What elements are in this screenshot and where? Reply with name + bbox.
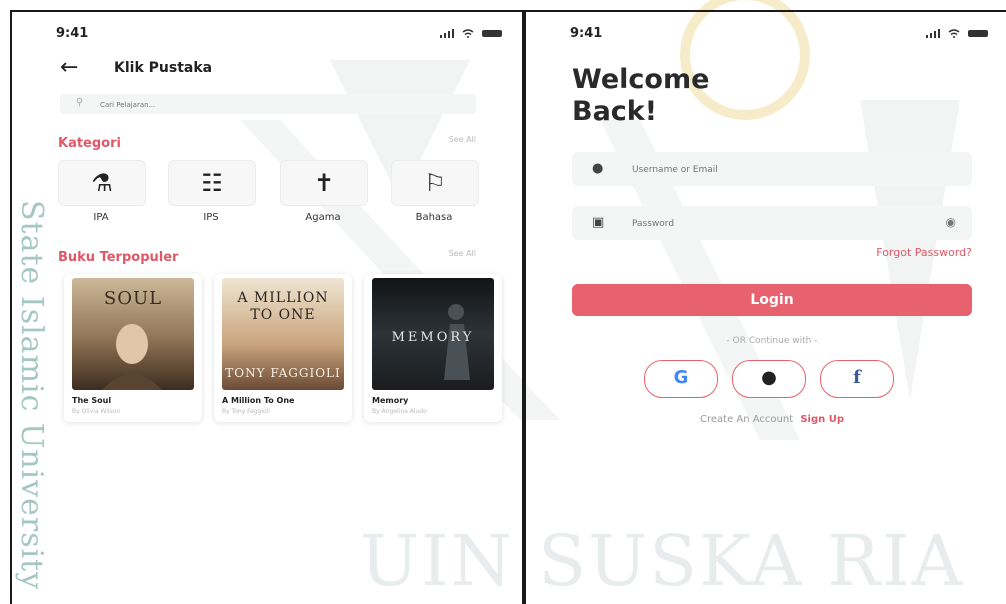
- category-label: IPS: [203, 212, 219, 223]
- religion-icon: ✝: [313, 169, 335, 197]
- book-cover: SOUL: [72, 278, 194, 390]
- category-label: IPA: [93, 212, 109, 223]
- password-input[interactable]: [630, 214, 934, 234]
- cover-title: A MILLION TO ONE: [237, 290, 329, 323]
- category-item-ipa[interactable]: ⚗ IPA: [58, 160, 146, 223]
- username-input[interactable]: [630, 160, 934, 180]
- home-screen: 9:41 ← Klik Pustaka ⚲ Kategori See All ⚗…: [10, 10, 524, 604]
- forgot-password-link[interactable]: Forgot Password?: [876, 246, 972, 259]
- cover-author: TONY FAGGIOLI: [225, 366, 341, 380]
- status-icons: [440, 28, 502, 38]
- or-continue-text: - OR Continue with -: [726, 336, 818, 346]
- signal-icon: [926, 28, 940, 38]
- status-time: 9:41: [570, 26, 603, 41]
- back-arrow-icon[interactable]: ←: [60, 57, 78, 79]
- see-all-populer-link[interactable]: See All: [449, 249, 476, 258]
- book-card-the-soul[interactable]: SOUL The Soul By Olivia Wilson: [64, 274, 202, 422]
- category-label: Agama: [305, 212, 341, 223]
- book-card-memory[interactable]: MEMORY Memory By Angelina Aludo: [364, 274, 502, 422]
- wifi-icon: [948, 28, 960, 38]
- user-icon: ●: [592, 161, 604, 176]
- battery-icon: [968, 29, 988, 37]
- login-button[interactable]: Login: [572, 284, 972, 316]
- science-flask-icon: ⚗: [91, 169, 113, 197]
- apple-icon: ●: [761, 367, 777, 388]
- facebook-icon: f: [853, 367, 861, 388]
- book-author: By Tony Faggioli: [222, 408, 271, 415]
- category-tile: ☷: [168, 160, 256, 206]
- wifi-icon: [462, 28, 474, 38]
- category-item-ips[interactable]: ☷ IPS: [168, 160, 256, 223]
- status-icons: [926, 28, 988, 38]
- see-all-kategori-link[interactable]: See All: [449, 135, 476, 144]
- search-input[interactable]: [98, 96, 462, 114]
- search-bar[interactable]: ⚲: [60, 94, 476, 114]
- category-list: ⚗ IPA ☷ IPS ✝ Agama ⚐ Bahasa: [58, 160, 479, 230]
- search-icon: ⚲: [76, 97, 84, 108]
- book-title: The Soul: [72, 396, 112, 405]
- password-field[interactable]: ▣ ◉: [572, 206, 972, 240]
- username-field[interactable]: ●: [572, 152, 972, 186]
- status-bar: 9:41: [526, 24, 1006, 44]
- book-title: A Million To One: [222, 396, 295, 405]
- page-title: Klik Pustaka: [114, 60, 213, 76]
- book-cover: A MILLION TO ONE TONY FAGGIOLI: [222, 278, 344, 390]
- language-icon: ⚐: [424, 169, 446, 197]
- book-author: By Angelina Aludo: [372, 408, 427, 415]
- eye-icon[interactable]: ◉: [946, 215, 956, 229]
- cover-title: MEMORY: [391, 330, 475, 345]
- status-time: 9:41: [56, 26, 89, 41]
- book-author: By Olivia Wilson: [72, 408, 121, 415]
- category-tile: ✝: [280, 160, 368, 206]
- create-account-row: Create An Account Sign Up: [572, 414, 972, 425]
- social-chat-icon: ☷: [201, 169, 223, 197]
- populer-section-header: Buku Terpopuler See All: [58, 246, 476, 265]
- book-cover: MEMORY: [372, 278, 494, 390]
- create-account-text: Create An Account: [700, 414, 794, 425]
- category-label: Bahasa: [415, 212, 453, 223]
- signal-icon: [440, 28, 454, 38]
- social-login-row: G ● f: [644, 360, 904, 400]
- cover-title: SOUL: [103, 288, 163, 309]
- status-bar: 9:41: [12, 24, 522, 44]
- facebook-login-button[interactable]: f: [820, 360, 894, 398]
- google-login-button[interactable]: G: [644, 360, 718, 398]
- section-title-populer: Buku Terpopuler: [58, 250, 179, 265]
- category-tile: ⚐: [391, 160, 479, 206]
- category-item-agama[interactable]: ✝ Agama: [280, 160, 368, 223]
- login-screen: 9:41 Welcome Back! ● ▣ ◉ Forgot Password…: [524, 10, 1006, 604]
- cover-portrait-icon: [102, 324, 162, 390]
- google-icon: G: [673, 367, 689, 388]
- kategori-section-header: Kategori See All: [58, 132, 476, 151]
- apple-login-button[interactable]: ●: [732, 360, 806, 398]
- top-bar: ← Klik Pustaka: [52, 57, 482, 80]
- lock-icon: ▣: [592, 215, 605, 230]
- category-item-bahasa[interactable]: ⚐ Bahasa: [391, 160, 479, 223]
- book-card-a-million-to-one[interactable]: A MILLION TO ONE TONY FAGGIOLI A Million…: [214, 274, 352, 422]
- book-title: Memory: [372, 396, 409, 405]
- category-tile: ⚗: [58, 160, 146, 206]
- welcome-heading: Welcome Back!: [572, 64, 710, 127]
- battery-icon: [482, 29, 502, 37]
- sign-up-link[interactable]: Sign Up: [800, 414, 844, 425]
- section-title-kategori: Kategori: [58, 136, 121, 151]
- book-list: SOUL The Soul By Olivia Wilson A MILLION…: [58, 274, 518, 434]
